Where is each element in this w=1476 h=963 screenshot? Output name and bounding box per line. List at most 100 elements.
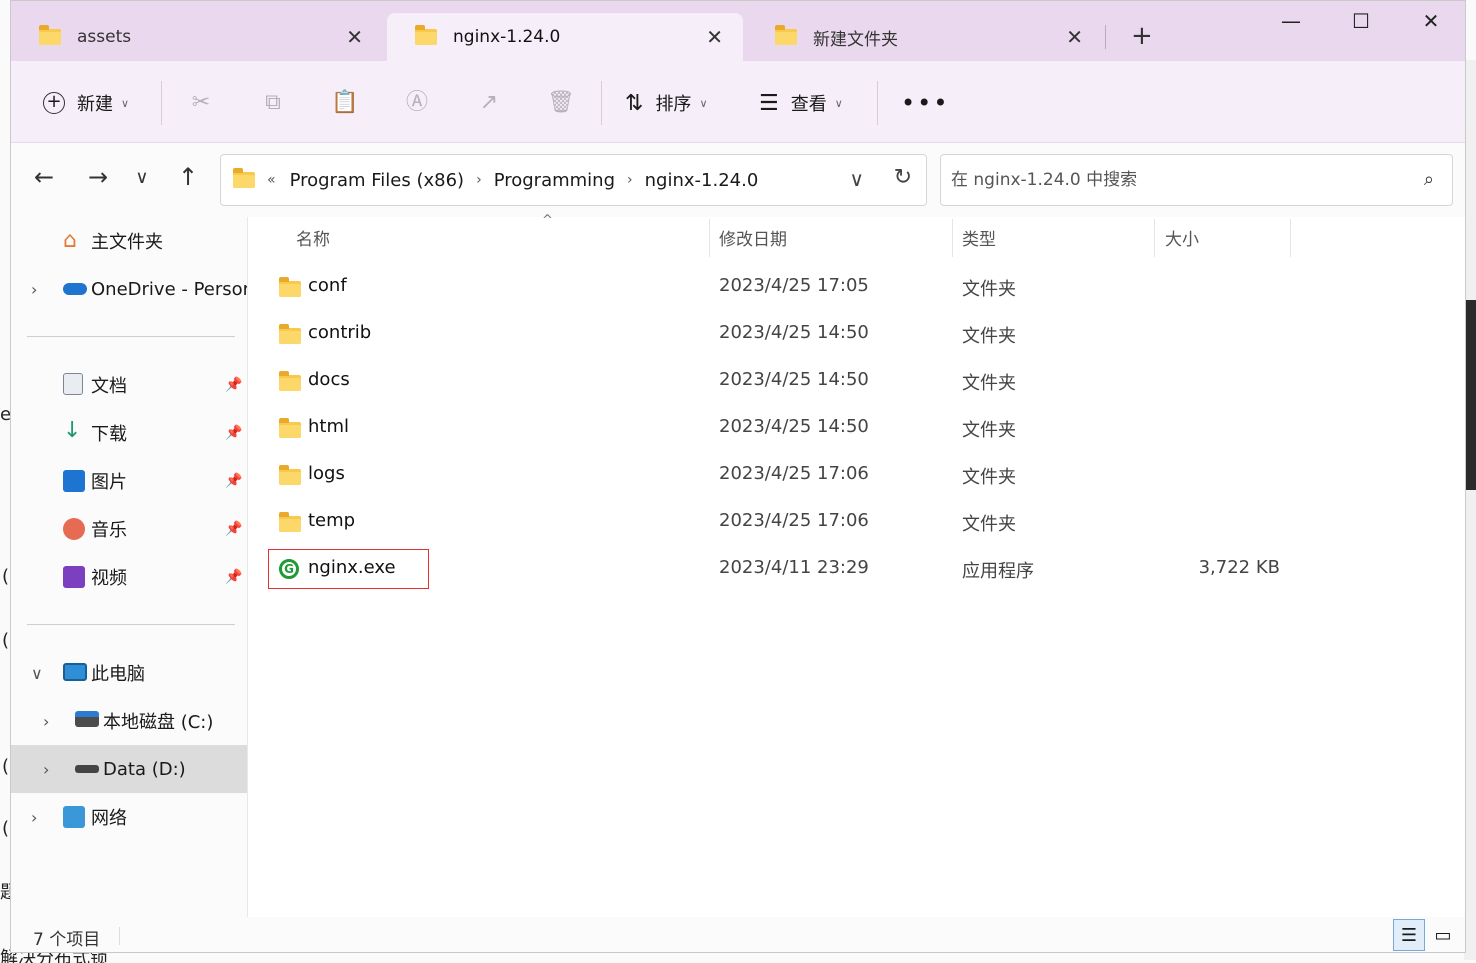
- sidebar-item-network[interactable]: › 网络: [11, 793, 247, 841]
- maximize-icon[interactable]: ☐: [1331, 9, 1391, 33]
- pin-icon[interactable]: 📌: [225, 569, 242, 585]
- pin-icon[interactable]: 📌: [225, 521, 242, 537]
- refresh-icon[interactable]: ↻: [894, 165, 912, 190]
- new-button[interactable]: + 新建 ∨: [43, 87, 129, 119]
- recent-locations-chevron-icon[interactable]: ∨: [127, 167, 157, 188]
- file-row[interactable]: contrib 2023/4/25 14:50 文件夹: [248, 310, 1465, 357]
- expand-chevron-icon[interactable]: ›: [31, 808, 37, 827]
- collapse-chevron-icon[interactable]: ∨: [31, 664, 43, 683]
- breadcrumb-item[interactable]: Programming: [494, 170, 615, 191]
- tab-nginx[interactable]: nginx-1.24.0 ✕: [387, 13, 743, 61]
- sidebar-divider: [27, 336, 235, 337]
- sidebar-item-music[interactable]: 音乐 📌: [11, 505, 247, 553]
- close-tab-icon[interactable]: ✕: [706, 25, 723, 49]
- file-row[interactable]: docs 2023/4/25 14:50 文件夹: [248, 357, 1465, 404]
- expand-chevron-icon[interactable]: ›: [31, 280, 37, 299]
- large-icons-view-button[interactable]: ▭: [1427, 919, 1459, 951]
- column-divider[interactable]: [952, 219, 953, 257]
- file-row[interactable]: conf 2023/4/25 17:05 文件夹: [248, 263, 1465, 310]
- minimize-icon[interactable]: —: [1261, 9, 1321, 33]
- sidebar-item-this-pc[interactable]: ∨ 此电脑: [11, 649, 247, 697]
- search-icon[interactable]: ⌕: [1424, 169, 1434, 190]
- tab-assets[interactable]: assets ✕: [11, 13, 383, 61]
- close-tab-icon[interactable]: ✕: [346, 25, 363, 49]
- rename-icon[interactable]: Ⓐ: [401, 87, 433, 119]
- file-row[interactable]: logs 2023/4/25 17:06 文件夹: [248, 451, 1465, 498]
- file-type: 文件夹: [962, 467, 1016, 488]
- pin-icon[interactable]: 📌: [225, 473, 242, 489]
- column-header-type[interactable]: 类型: [962, 217, 1152, 257]
- sort-button[interactable]: ⇅ 排序 ∨: [625, 87, 708, 119]
- file-type: 应用程序: [962, 561, 1034, 582]
- sidebar-item-pictures[interactable]: 图片 📌: [11, 457, 247, 505]
- pin-icon[interactable]: 📌: [225, 425, 242, 441]
- tab-new-folder[interactable]: 新建文件夹 ✕: [747, 13, 1103, 61]
- drive-d-icon: [75, 765, 99, 773]
- close-window-icon[interactable]: ✕: [1401, 9, 1461, 33]
- more-options-icon[interactable]: •••: [901, 87, 949, 119]
- sort-icon: ⇅: [625, 90, 644, 116]
- view-list-icon: ☰: [759, 90, 779, 116]
- view-button[interactable]: ☰ 查看 ∨: [759, 87, 843, 119]
- column-divider[interactable]: [709, 219, 710, 257]
- file-row[interactable]: temp 2023/4/25 17:06 文件夹: [248, 498, 1465, 545]
- folder-icon: [279, 324, 301, 344]
- cut-icon[interactable]: ✂: [185, 87, 217, 119]
- up-arrow-icon[interactable]: ↑: [173, 163, 203, 191]
- file-name: html: [308, 416, 350, 437]
- folder-icon: [39, 25, 61, 45]
- overflow-chevron-icon[interactable]: «: [267, 172, 276, 188]
- details-view-button[interactable]: ☰: [1393, 919, 1425, 951]
- expand-chevron-icon[interactable]: ›: [43, 760, 49, 779]
- share-icon[interactable]: ↗: [473, 87, 505, 119]
- back-arrow-icon[interactable]: ←: [29, 163, 59, 191]
- details-view-icon: ☰: [1400, 924, 1418, 946]
- search-box[interactable]: ⌕: [940, 154, 1453, 206]
- address-dropdown-icon[interactable]: ∨: [849, 167, 864, 191]
- sidebar-item-videos[interactable]: 视频 📌: [11, 553, 247, 601]
- breadcrumb-separator-icon[interactable]: ›: [627, 172, 633, 188]
- column-header-label: 修改日期: [719, 229, 787, 250]
- address-bar[interactable]: « Program Files (x86) › Programming › ng…: [220, 154, 927, 206]
- sidebar-item-drive-c[interactable]: › 本地磁盘 (C:): [11, 697, 247, 745]
- column-header-size[interactable]: 大小: [1165, 217, 1285, 257]
- column-header-name[interactable]: ^ 名称: [296, 213, 706, 257]
- pin-icon[interactable]: 📌: [225, 377, 242, 393]
- forward-arrow-icon[interactable]: →: [83, 163, 113, 191]
- nginx-app-icon: G: [279, 559, 299, 579]
- sidebar-item-home[interactable]: ⌂ 主文件夹: [11, 217, 247, 265]
- chevron-down-icon: ∨: [121, 96, 130, 110]
- breadcrumb-item[interactable]: nginx-1.24.0: [645, 170, 759, 191]
- sidebar-item-drive-d[interactable]: › Data (D:): [11, 745, 247, 793]
- breadcrumb-separator-icon[interactable]: ›: [476, 172, 482, 188]
- sidebar-item-label: 文档: [91, 376, 127, 397]
- column-divider[interactable]: [1154, 219, 1155, 257]
- folder-icon: [279, 465, 301, 485]
- expand-chevron-icon[interactable]: ›: [43, 712, 49, 731]
- sidebar-item-label: 图片: [91, 472, 127, 493]
- file-date: 2023/4/25 17:06: [719, 510, 869, 531]
- sidebar-item-documents[interactable]: 文档 📌: [11, 361, 247, 409]
- file-name: logs: [308, 463, 345, 484]
- file-row[interactable]: html 2023/4/25 14:50 文件夹: [248, 404, 1465, 451]
- file-date: 2023/4/11 23:29: [719, 557, 869, 578]
- sidebar-item-onedrive[interactable]: › OneDrive - Persor: [11, 265, 247, 313]
- column-header-date[interactable]: 修改日期: [719, 217, 949, 257]
- toolbar-divider: [877, 81, 878, 125]
- column-header-label: 大小: [1165, 229, 1199, 250]
- new-tab-icon[interactable]: +: [1131, 21, 1153, 51]
- background-text-fragment: (: [2, 818, 10, 839]
- sidebar-item-label: 本地磁盘 (C:): [103, 712, 214, 733]
- file-name: contrib: [308, 322, 372, 343]
- folder-icon: [415, 25, 437, 45]
- column-divider[interactable]: [1290, 219, 1291, 257]
- close-tab-icon[interactable]: ✕: [1066, 25, 1083, 49]
- sidebar-item-downloads[interactable]: ↓ 下载 📌: [11, 409, 247, 457]
- delete-icon[interactable]: 🗑: [545, 87, 577, 119]
- file-row[interactable]: G nginx.exe 2023/4/11 23:29 应用程序 3,722 K…: [248, 545, 1465, 592]
- paste-icon[interactable]: 📋: [329, 87, 361, 119]
- breadcrumb-item[interactable]: Program Files (x86): [290, 170, 465, 191]
- chevron-down-icon: ∨: [834, 96, 843, 110]
- copy-icon[interactable]: ⧉: [257, 87, 289, 119]
- search-input[interactable]: [951, 170, 1391, 190]
